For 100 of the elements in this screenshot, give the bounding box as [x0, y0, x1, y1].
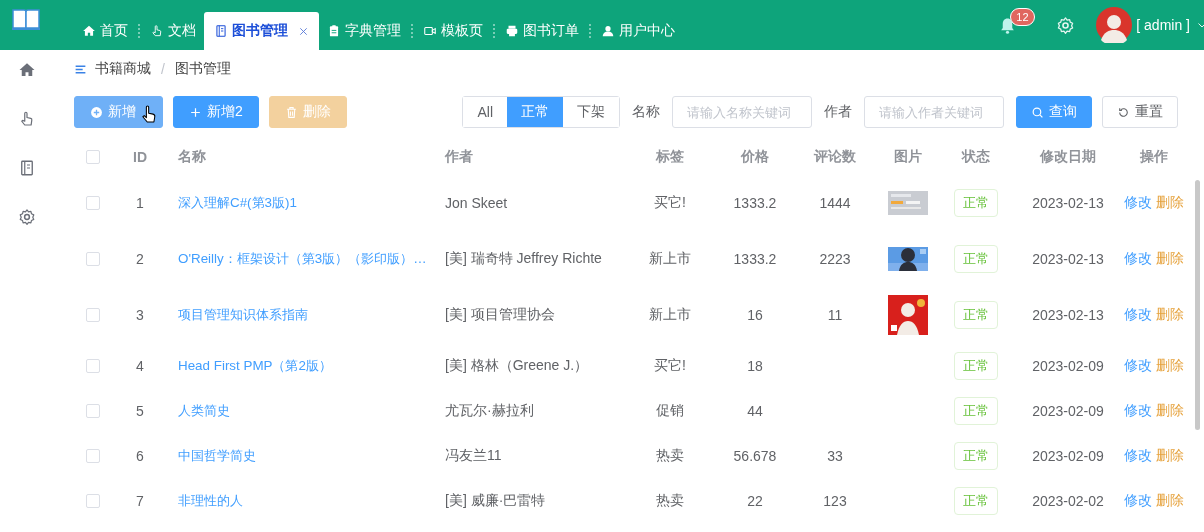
scrollbar[interactable]: [1195, 180, 1200, 430]
table-cell-text: 4: [135, 357, 145, 374]
breadcrumb-item[interactable]: 书籍商城: [95, 60, 151, 78]
table-cell-text: Jon Skeet: [444, 195, 509, 211]
tab[interactable]: 图书管理: [204, 12, 319, 50]
book-title-link[interactable]: 人类简史: [178, 402, 230, 418]
trash-icon: [284, 105, 298, 119]
column-header: 操作: [1139, 148, 1169, 166]
table-cell-text: [美] 威廉·巴雷特: [444, 491, 547, 510]
table-cell-text: 2223: [818, 251, 852, 267]
search-icon: [1031, 105, 1044, 119]
reset-button[interactable]: 重置: [1102, 96, 1178, 128]
book-title-link[interactable]: 项目管理知识体系指南: [178, 307, 308, 322]
edit-link[interactable]: 修改: [1124, 491, 1152, 510]
column-header: ID: [132, 149, 148, 165]
settings-icon[interactable]: [1056, 15, 1076, 35]
table-cell-text: 44: [746, 402, 764, 419]
tab[interactable]: 文档: [142, 12, 204, 50]
table-cell-text: 22: [746, 492, 764, 509]
tab[interactable]: 模板页: [415, 12, 491, 50]
table-cell-text: [美] 格林（Greene J.）: [444, 356, 590, 375]
table-cell-text: 16: [746, 307, 764, 323]
table-cell-text: 冯友兰11: [444, 446, 503, 465]
select-all-checkbox[interactable]: [86, 150, 100, 164]
notification-badge: 12: [1010, 8, 1035, 26]
table-cell-text: 2: [135, 251, 145, 267]
plus-icon: [189, 105, 202, 119]
table-cell-text: 2023-02-13: [1031, 307, 1105, 323]
tab[interactable]: 字典管理: [319, 12, 409, 50]
user-icon: [601, 24, 615, 38]
plus-circle-icon: [90, 105, 103, 119]
home-icon: [82, 24, 96, 38]
printer-icon: [505, 24, 519, 38]
delete-link[interactable]: 删除: [1156, 401, 1184, 420]
status-tag: 正常: [954, 396, 998, 425]
table-cell-text: 2023-02-09: [1031, 402, 1105, 419]
tab[interactable]: 图书订单: [497, 12, 587, 50]
breadcrumb-separator: /: [161, 61, 165, 77]
book-icon[interactable]: [18, 159, 36, 177]
tab[interactable]: 用户中心: [593, 12, 683, 50]
status-tag: 正常: [954, 441, 998, 470]
edit-link[interactable]: 修改: [1124, 401, 1152, 420]
settings-icon[interactable]: [18, 208, 36, 226]
table-cell-text: 123: [822, 492, 848, 509]
status-tag: 正常: [954, 189, 998, 217]
add-button[interactable]: 新增: [74, 96, 163, 128]
row-checkbox[interactable]: [86, 196, 100, 210]
table-cell-text: 1: [135, 195, 145, 211]
row-checkbox[interactable]: [86, 493, 100, 508]
row-checkbox[interactable]: [86, 403, 100, 418]
book-title-link[interactable]: O'Reilly：框架设计（第3版）（影印版）…: [178, 251, 427, 266]
tab[interactable]: 首页: [74, 12, 136, 50]
table-cell-text: 热卖: [655, 491, 685, 510]
table-cell-text: 新上市: [648, 250, 692, 268]
table-cell-text: 2023-02-13: [1031, 195, 1105, 211]
table-cell-text: 尤瓦尔·赫拉利: [444, 401, 535, 420]
user-menu[interactable]: [ admin ]: [1136, 17, 1190, 33]
edit-link[interactable]: 修改: [1124, 194, 1152, 212]
book-title-link[interactable]: Head First PMP（第2版）: [178, 357, 332, 373]
filter-option[interactable]: 正常: [507, 97, 563, 127]
book-title-link[interactable]: 深入理解C#(第3版)1: [178, 195, 297, 210]
avatar[interactable]: [1096, 7, 1133, 43]
column-header: 名称: [177, 148, 207, 166]
delete-link[interactable]: 删除: [1156, 491, 1184, 510]
search-button[interactable]: 查询: [1016, 96, 1092, 128]
table-cell-text: 33: [826, 447, 844, 464]
close-icon[interactable]: [298, 25, 309, 37]
table-cell-text: [美] 项目管理协会: [444, 306, 556, 324]
book-title-link[interactable]: 非理性的人: [178, 492, 243, 508]
edit-link[interactable]: 修改: [1124, 250, 1152, 268]
hand-icon: [150, 24, 164, 38]
edit-link[interactable]: 修改: [1124, 446, 1152, 465]
table-cell-text: 1333.2: [732, 195, 778, 211]
home-icon[interactable]: [18, 61, 36, 79]
row-checkbox[interactable]: [86, 252, 100, 266]
delete-link[interactable]: 删除: [1156, 356, 1184, 375]
edit-link[interactable]: 修改: [1124, 356, 1152, 375]
column-header: 状态: [960, 148, 991, 166]
table-cell-text: 新上市: [648, 306, 692, 324]
column-header: 标签: [655, 148, 685, 166]
edit-link[interactable]: 修改: [1124, 306, 1152, 324]
field-label: 作者: [824, 103, 852, 121]
column-header: 评论数: [812, 148, 857, 166]
clipboard-icon: [327, 24, 341, 38]
delete-link[interactable]: 删除: [1156, 250, 1184, 268]
add-button[interactable]: 新增2: [173, 96, 259, 128]
row-checkbox[interactable]: [86, 358, 100, 373]
column-header: 修改日期: [1039, 148, 1097, 166]
delete-link[interactable]: 删除: [1156, 446, 1184, 465]
row-checkbox[interactable]: [86, 308, 100, 322]
delete-link[interactable]: 删除: [1156, 194, 1184, 212]
delete-link[interactable]: 删除: [1156, 306, 1184, 324]
input-field[interactable]: 请输入名称关键词: [672, 96, 812, 128]
table-cell-text: 2023-02-02: [1031, 492, 1105, 509]
refresh-icon: [1117, 105, 1130, 119]
status-tag: 正常: [954, 245, 998, 273]
input-field[interactable]: 请输入作者关键词: [864, 96, 1004, 128]
table-cell-text: 11: [826, 307, 844, 323]
book-title-link[interactable]: 中国哲学简史: [178, 447, 256, 463]
row-checkbox[interactable]: [86, 448, 100, 463]
